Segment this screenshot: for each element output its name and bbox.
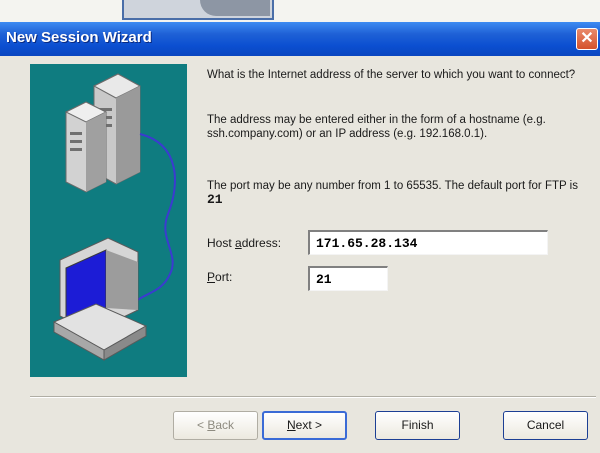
host-label-accel: a — [235, 236, 242, 250]
port-help-body: The port may be any number from 1 to 655… — [207, 180, 578, 192]
background-window — [0, 0, 600, 22]
close-icon: ✕ — [580, 30, 594, 47]
finish-button[interactable]: Finish — [375, 411, 460, 440]
back-label-post: ack — [215, 418, 235, 432]
port-label-post: ort: — [215, 270, 233, 284]
host-address-input[interactable]: 171.65.28.134 — [308, 230, 548, 255]
title-bar[interactable]: New Session Wizard ✕ — [0, 22, 600, 56]
close-button[interactable]: ✕ — [576, 28, 598, 50]
server-client-illustration — [30, 64, 187, 377]
port-help-text: The port may be any number from 1 to 655… — [207, 179, 587, 207]
port-label: Port: — [207, 270, 232, 284]
host-label-post: ddress: — [241, 236, 282, 250]
address-help-text: The address may be entered either in the… — [207, 114, 546, 140]
port-label-accel: P — [207, 270, 216, 284]
host-label-pre: Host — [207, 236, 236, 250]
port-input[interactable]: 21 — [308, 266, 388, 291]
next-label-post: ext > — [295, 418, 323, 432]
back-button[interactable]: < Back — [173, 411, 258, 440]
background-graphic — [200, 0, 270, 16]
next-label-accel: N — [286, 418, 296, 432]
back-label-pre: < — [196, 418, 208, 432]
cancel-button[interactable]: Cancel — [503, 411, 588, 440]
window-title: New Session Wizard — [6, 29, 152, 46]
next-button[interactable]: Next > — [262, 411, 347, 440]
question-text: What is the Internet address of the serv… — [207, 69, 576, 81]
button-separator — [30, 396, 596, 398]
default-port-value: 21 — [207, 192, 223, 207]
host-address-label: Host address: — [207, 236, 281, 250]
network-icon — [52, 73, 176, 361]
